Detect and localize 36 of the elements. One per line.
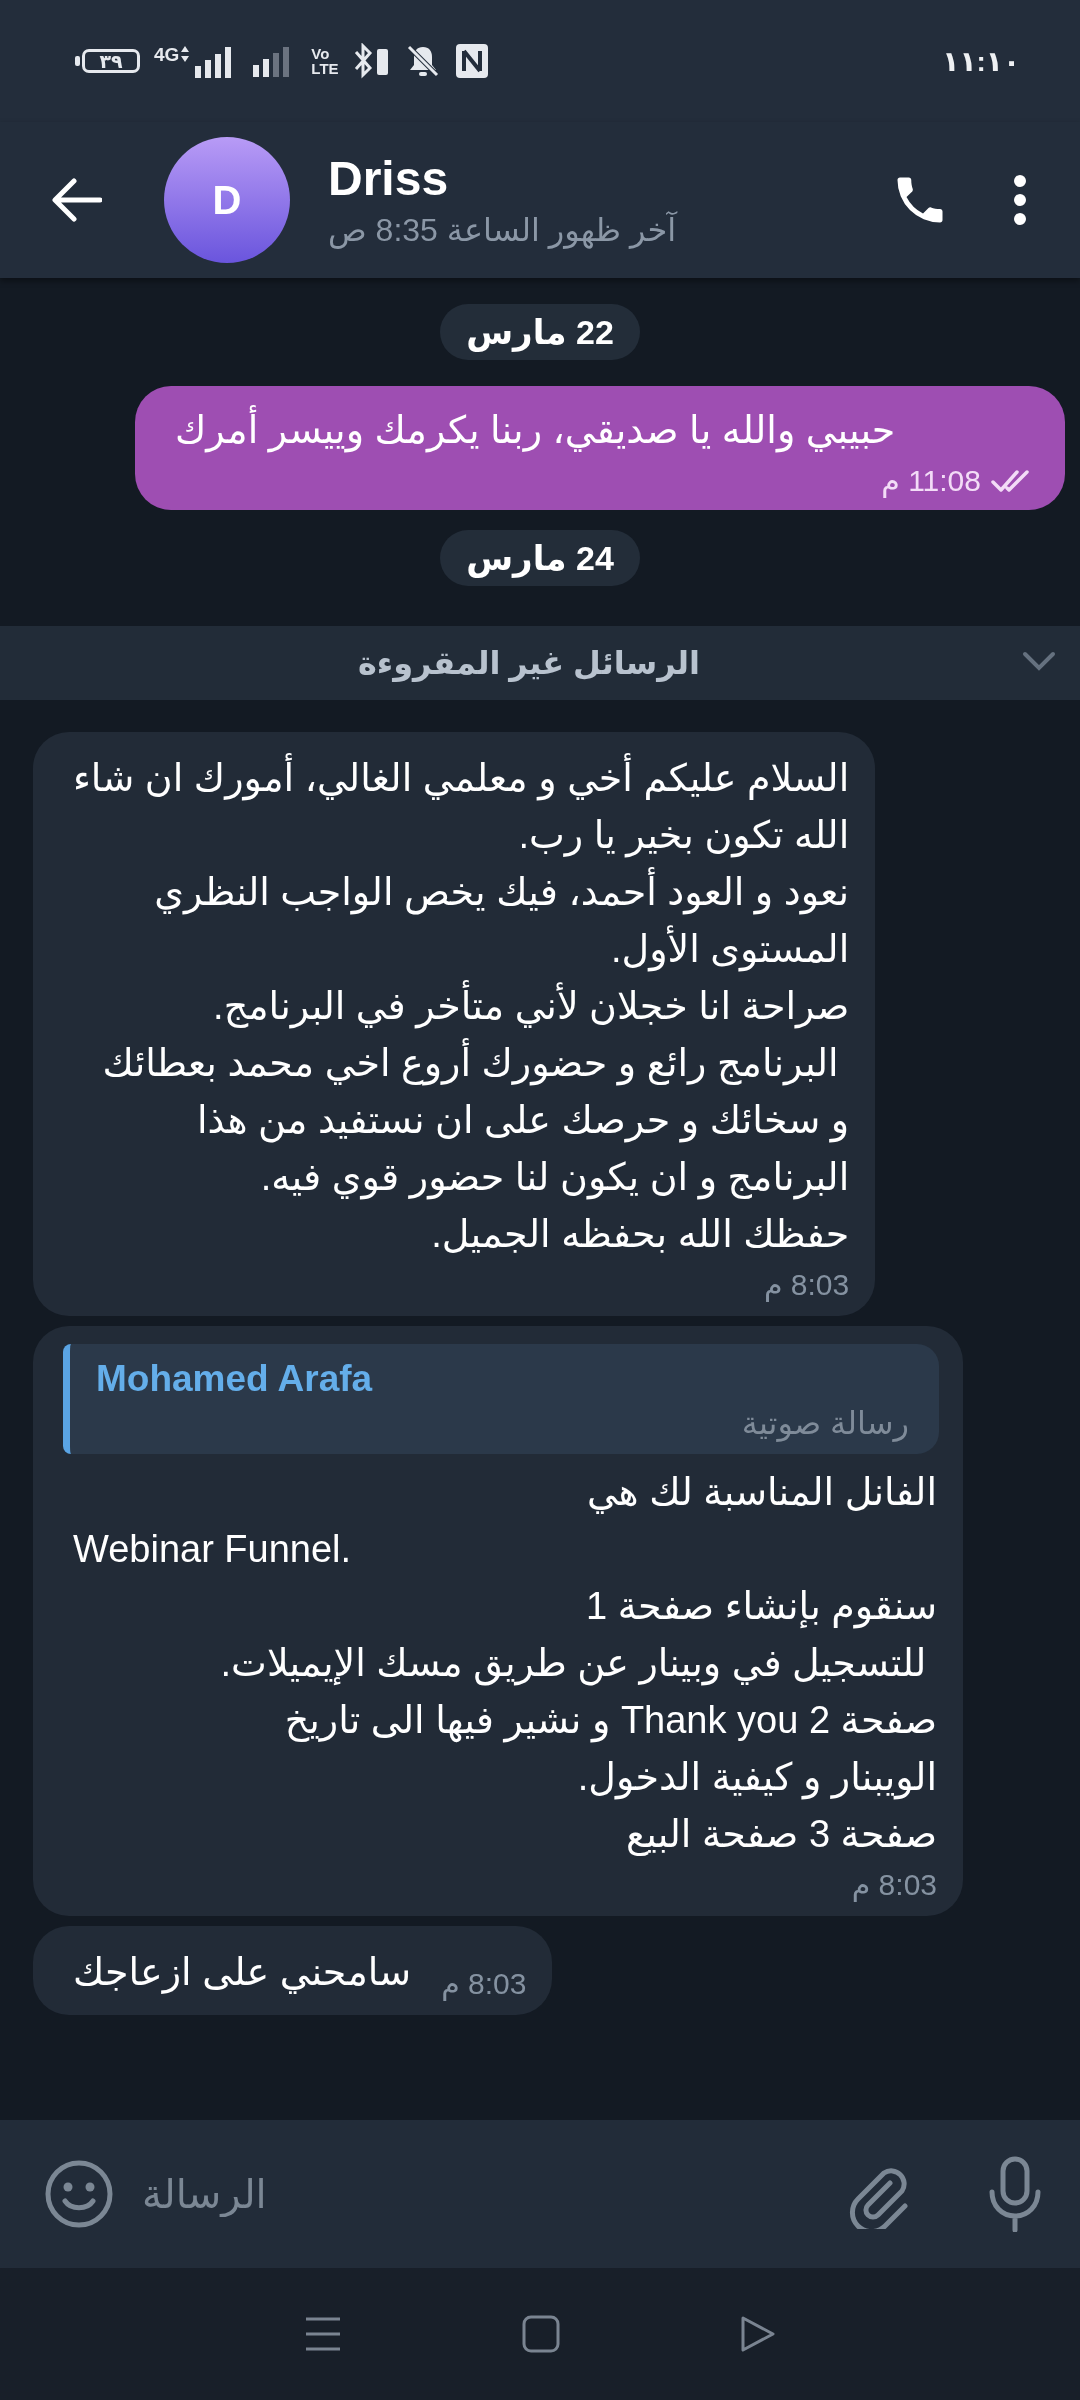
microphone-button[interactable] [988, 2156, 1042, 2232]
emoji-button[interactable] [44, 2159, 114, 2229]
date-chip: 22 مارس [440, 304, 640, 360]
menu-button[interactable] [304, 2315, 342, 2353]
clock-time: ١١:١٠ [942, 44, 1020, 78]
message-time: 8:03 م [763, 1267, 850, 1302]
message-text: السلام عليكم أخي و معلمي الغالي، أمورك ان شاء الله تكون بخير يا رب. نعود و العود أحمد، فيك يخص الواجب النظري المستوى الأول. صراحة انا خجلان لأني متأخر في البرنامج. البرنامج رائع و حضورك أروع اخي محمد بعطائك و سخائك و حرصك على ان نستفيد من هذا البرنامج و ان يكون لنا حضور قوي فيه. حفظك الله بحفظه الجميل. [73, 750, 850, 1263]
back-button[interactable] [50, 178, 102, 222]
contact-name: Driss [328, 151, 450, 207]
square-icon [522, 2315, 560, 2353]
chevron-down-icon [1022, 650, 1056, 672]
reply-message-text: رسالة صوتية [740, 1404, 909, 1442]
message-time: 8:03 م [441, 1966, 527, 2001]
date-chip: 24 مارس [440, 530, 640, 586]
network-type-label: 4G [154, 44, 180, 66]
message-time: 8:03 م [851, 1867, 937, 1902]
triangle-icon [740, 2315, 776, 2353]
last-seen-status: آخر ظهور الساعة 8:35 ص [328, 211, 677, 249]
smiley-icon [44, 2159, 114, 2229]
menu-icon [304, 2315, 342, 2353]
volte-label: LTE [311, 61, 339, 76]
avatar[interactable]: D [164, 137, 290, 263]
bluetooth-battery-icon [352, 43, 391, 79]
home-button[interactable] [522, 2315, 560, 2353]
unread-messages-label: الرسائل غير المقروءة [357, 644, 701, 682]
volte-label: Vo [311, 46, 331, 61]
message-time: 11:08 م [881, 463, 981, 498]
microphone-icon [988, 2156, 1042, 2232]
reply-sender-name: Mohamed Arafa [96, 1358, 374, 1400]
message-text: سامحني على ازعاجك [73, 1950, 412, 1996]
message-text: حبيبي والله يا صديقي، ربنا يكرمك وييسر أمرك [175, 402, 896, 459]
message-text: الفانل المناسبة لك هي Webinar Funnel. سنقوم بإنشاء صفحة 1 للتسجيل في وبينار عن طريق مسك الإيميلات. صفحة 2 Thank you و نشير فيها الى تاريخ الويبنار و كيفية الدخول. صفحة 3 صفحة البيع [73, 1470, 937, 1858]
more-vertical-icon [1012, 174, 1028, 226]
back-nav-button[interactable] [740, 2315, 776, 2353]
back-arrow-icon [50, 178, 102, 222]
nfc-icon [454, 43, 489, 79]
